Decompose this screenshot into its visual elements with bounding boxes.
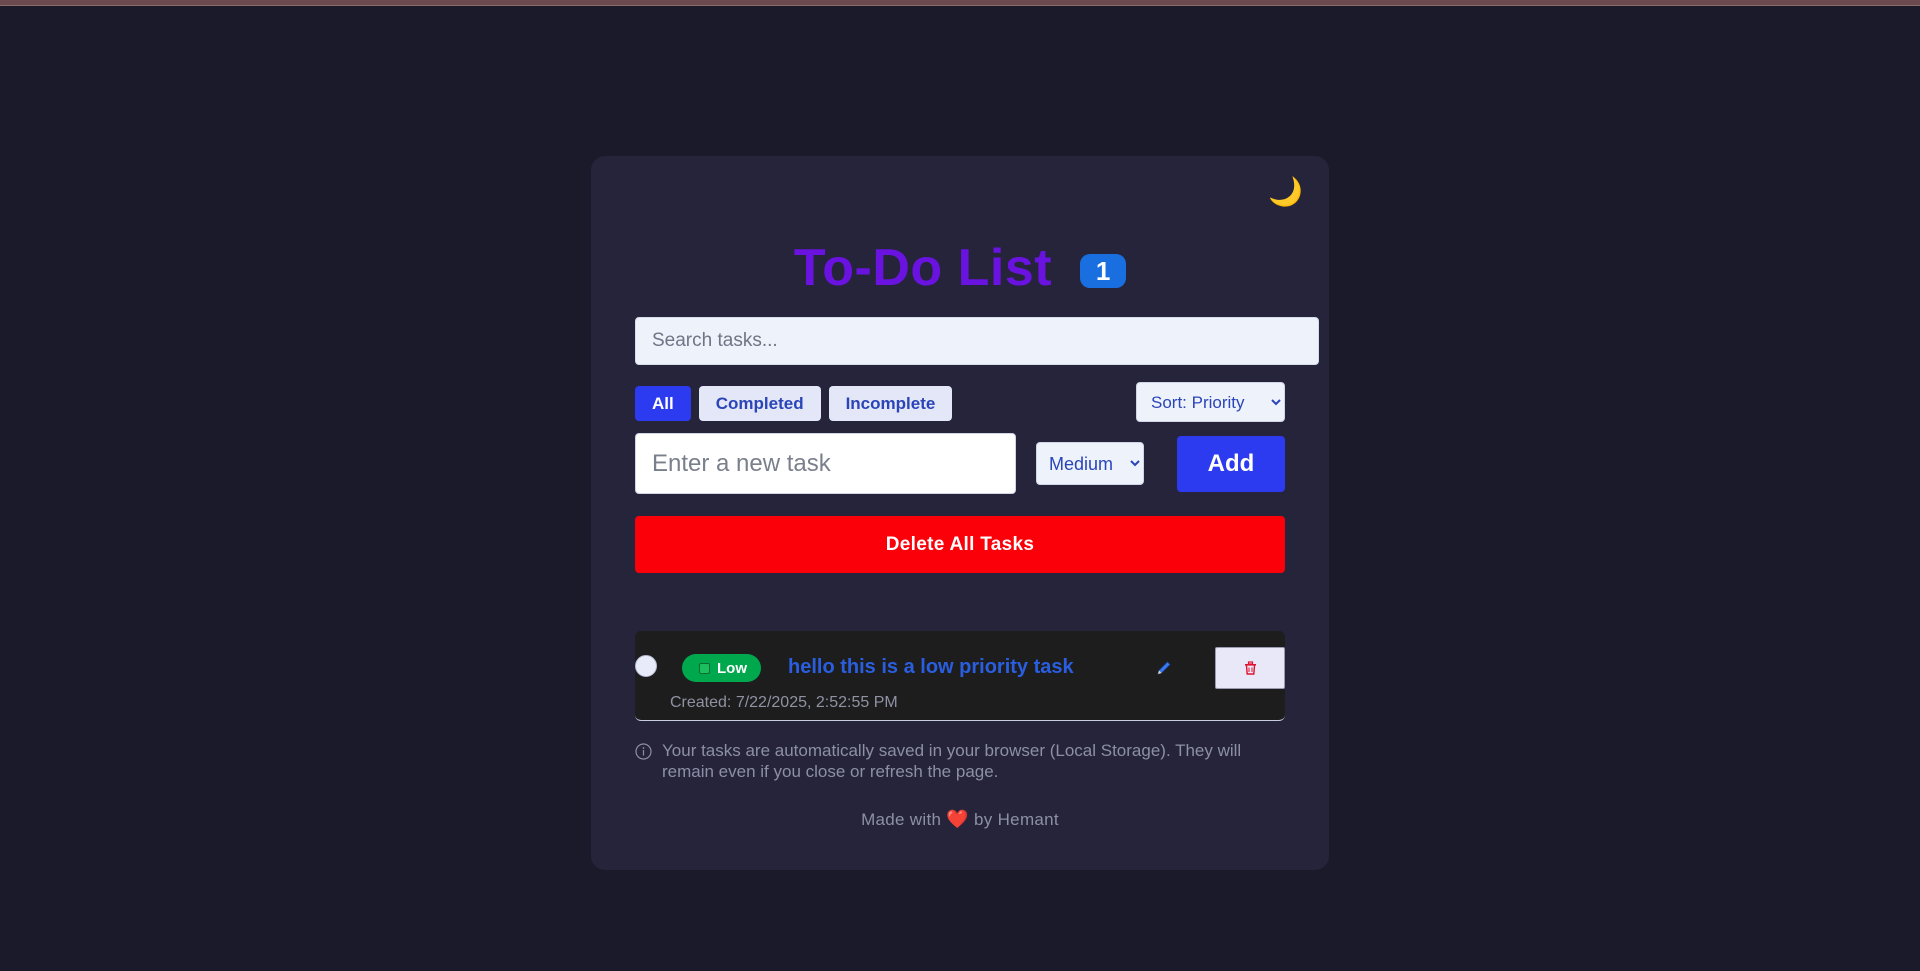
info-note: Your tasks are automatically saved in yo… (635, 740, 1285, 782)
title-row: To-Do List 1 (591, 238, 1329, 298)
task-text[interactable]: hello this is a low priority task (788, 656, 1074, 679)
trash-icon (1244, 661, 1256, 675)
filter-group: All Completed Incomplete (635, 386, 953, 421)
page-title: To-Do List (793, 239, 1053, 297)
priority-badge-label: Low (717, 659, 747, 677)
pencil-icon (1157, 661, 1171, 675)
footer-made-with: Made with (861, 810, 942, 829)
info-icon (635, 743, 652, 760)
filter-incomplete-button[interactable]: Incomplete (828, 386, 953, 421)
delete-task-button[interactable] (1215, 647, 1285, 689)
sort-select[interactable]: Sort: Priority (1136, 382, 1285, 422)
add-task-button[interactable]: Add (1177, 436, 1285, 492)
new-task-input[interactable] (635, 433, 1016, 494)
task-complete-checkbox[interactable] (635, 655, 657, 677)
info-note-text: Your tasks are automatically saved in yo… (662, 741, 1242, 781)
delete-all-button[interactable]: Delete All Tasks (635, 516, 1285, 573)
edit-task-button[interactable] (1151, 656, 1177, 680)
priority-badge: Low (682, 654, 761, 682)
moon-icon[interactable]: 🌙 (1268, 178, 1303, 206)
task-created-date: Created: 7/22/2025, 2:52:55 PM (670, 694, 898, 711)
top-strip (0, 0, 1920, 6)
footer: Made with ❤️ by Hemant (591, 809, 1329, 830)
task-item: Low hello this is a low priority task Cr… (635, 631, 1285, 721)
search-input[interactable] (635, 317, 1319, 365)
task-count-badge: 1 (1080, 254, 1127, 288)
priority-select[interactable]: Medium (1036, 442, 1144, 485)
filter-all-button[interactable]: All (635, 386, 691, 421)
heart-icon: ❤️ (946, 809, 969, 829)
todo-card: 🌙 To-Do List 1 All Completed Incomplete … (591, 156, 1329, 870)
footer-author: by Hemant (974, 810, 1059, 829)
priority-square-icon (699, 662, 710, 674)
filter-completed-button[interactable]: Completed (698, 386, 821, 421)
